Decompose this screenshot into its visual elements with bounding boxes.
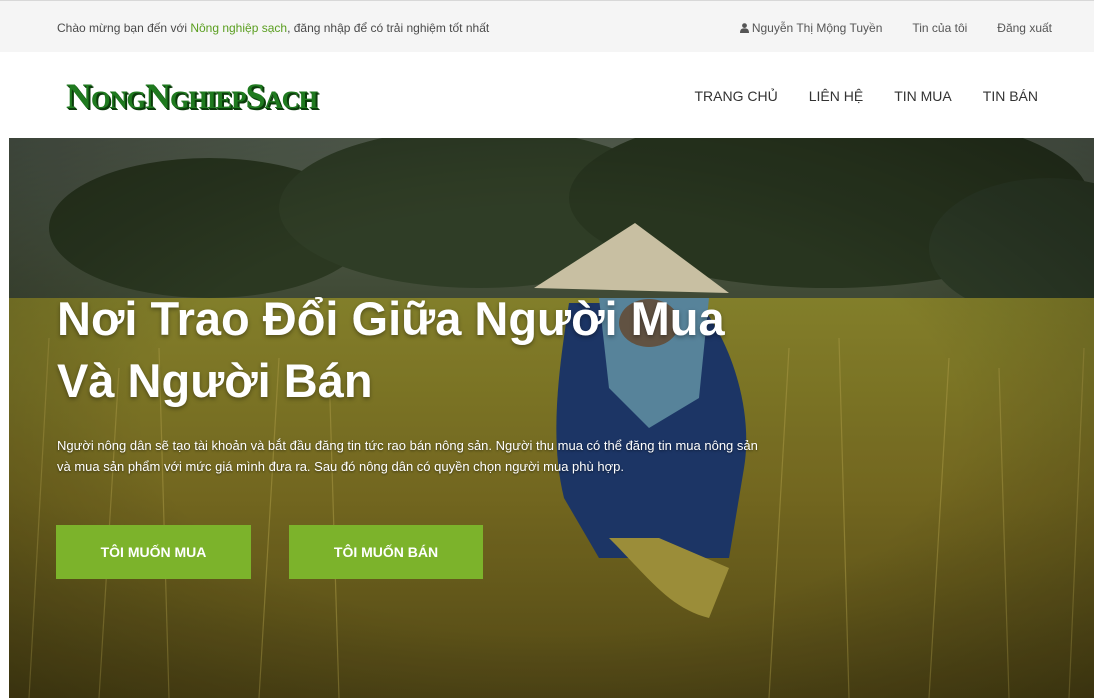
site-header: NongNghiepSach TRANG CHỦ LIÊN HỆ TIN MUA… bbox=[0, 52, 1094, 138]
hero-banner: Nơi Trao Đổi Giữa Người Mua Và Người Bán… bbox=[9, 138, 1094, 698]
user-account-link[interactable]: Nguyễn Thị Mộng Tuyền bbox=[739, 21, 883, 35]
hero-description: Người nông dân sẽ tạo tài khoản và bắt đ… bbox=[57, 435, 887, 477]
site-logo[interactable]: NongNghiepSach bbox=[66, 78, 318, 114]
user-name: Nguyễn Thị Mộng Tuyền bbox=[751, 21, 883, 35]
want-to-buy-button[interactable]: TÔI MUỐN MUA bbox=[56, 525, 251, 579]
user-icon bbox=[739, 23, 749, 33]
hero-description-line-1: Người nông dân sẽ tạo tài khoản và bắt đ… bbox=[57, 438, 758, 453]
page: Chào mừng bạn đến với Nông nghiệp sạch, … bbox=[0, 0, 1094, 698]
top-bar: Chào mừng bạn đến với Nông nghiệp sạch, … bbox=[0, 0, 1094, 52]
hero-title-line-2: Và Người Bán bbox=[57, 354, 373, 407]
my-posts-link[interactable]: Tin của tôi bbox=[912, 21, 967, 35]
logout-link[interactable]: Đăng xuất bbox=[997, 21, 1052, 35]
welcome-prefix: Chào mừng bạn đến với bbox=[57, 21, 191, 35]
hero-title-line-1: Nơi Trao Đổi Giữa Người Mua bbox=[57, 292, 725, 345]
nav-item-sell-posts[interactable]: TIN BÁN bbox=[983, 88, 1038, 104]
account-links: Nguyễn Thị Mộng Tuyền Tin của tôi Đăng x… bbox=[710, 21, 1052, 35]
want-to-sell-button[interactable]: TÔI MUỐN BÁN bbox=[289, 525, 483, 579]
hero-description-line-2: và mua sản phẩm với mức giá mình đưa ra.… bbox=[57, 459, 624, 474]
nav-item-home[interactable]: TRANG CHỦ bbox=[695, 88, 778, 104]
welcome-message: Chào mừng bạn đến với Nông nghiệp sạch, … bbox=[57, 21, 489, 35]
nav-item-contact[interactable]: LIÊN HỆ bbox=[809, 88, 863, 104]
hero-title: Nơi Trao Đổi Giữa Người Mua Và Người Bán bbox=[57, 288, 877, 412]
hero-background-image bbox=[9, 138, 1094, 698]
nav-item-buy-posts[interactable]: TIN MUA bbox=[894, 88, 952, 104]
welcome-suffix: , đăng nhập để có trải nghiệm tốt nhất bbox=[287, 21, 490, 35]
welcome-brand-link[interactable]: Nông nghiệp sạch bbox=[190, 21, 287, 35]
main-nav: TRANG CHỦ LIÊN HỆ TIN MUA TIN BÁN bbox=[664, 88, 1039, 104]
